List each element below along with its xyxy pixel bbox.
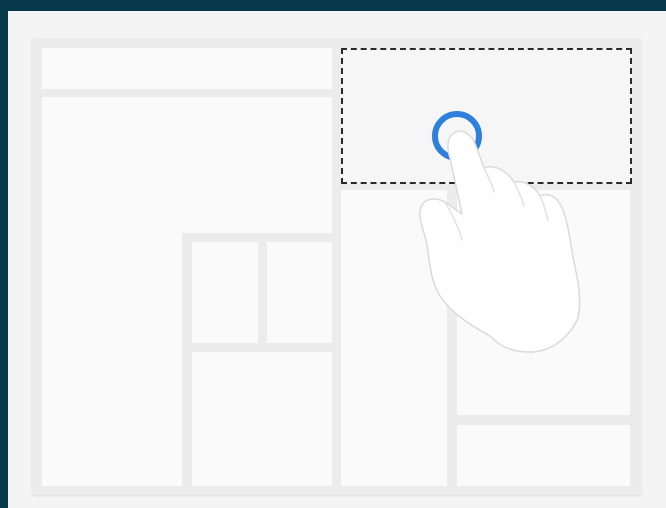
tap-hand-icon xyxy=(419,130,581,353)
stage xyxy=(0,0,666,508)
gesture-overlay xyxy=(419,111,581,353)
